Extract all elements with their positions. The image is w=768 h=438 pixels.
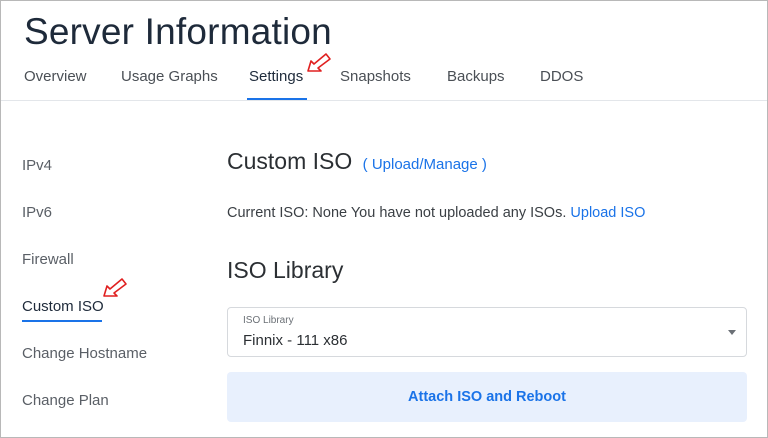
upload-iso-link[interactable]: Upload ISO [570, 205, 645, 221]
sidebar-item-firewall[interactable]: Firewall [22, 251, 74, 268]
sidebar-item-change-hostname[interactable]: Change Hostname [22, 345, 147, 362]
iso-library-select-label: ISO Library [243, 315, 294, 326]
iso-library-select[interactable]: ISO Library Finnix - 111 x86 [227, 307, 747, 357]
page-title: Server Information [24, 11, 332, 52]
red-hollow-arrow-icon [103, 278, 127, 297]
tab-overview[interactable]: Overview [24, 68, 87, 85]
sidebar-item-ipv4[interactable]: IPv4 [22, 157, 52, 174]
attach-iso-reboot-button[interactable]: Attach ISO and Reboot [227, 372, 747, 422]
custom-iso-heading: Custom ISO ( Upload/Manage ) [227, 148, 487, 175]
tab-snapshots[interactable]: Snapshots [340, 68, 411, 85]
tab-bar: Overview Usage Graphs Settings Snapshots… [1, 59, 767, 101]
tab-usage-graphs[interactable]: Usage Graphs [121, 68, 218, 85]
upload-manage-link[interactable]: ( Upload/Manage ) [363, 156, 487, 173]
current-iso-status: Current ISO: None You have not uploaded … [227, 205, 645, 221]
red-hollow-arrow-icon [307, 53, 331, 72]
sidebar-item-change-plan[interactable]: Change Plan [22, 392, 109, 409]
iso-library-heading: ISO Library [227, 257, 344, 283]
chevron-down-icon [728, 330, 736, 335]
tab-active-indicator [247, 98, 307, 100]
sidebar-item-custom-iso[interactable]: Custom ISO [22, 298, 104, 315]
tab-backups[interactable]: Backups [447, 68, 505, 85]
custom-iso-title: Custom ISO [227, 148, 353, 174]
sidebar-active-indicator [22, 320, 102, 322]
tab-settings[interactable]: Settings [249, 68, 303, 85]
iso-library-select-value: Finnix - 111 x86 [243, 332, 348, 349]
sidebar-item-ipv6[interactable]: IPv6 [22, 204, 52, 221]
tab-ddos[interactable]: DDOS [540, 68, 583, 85]
server-information-panel: Server Information Overview Usage Graphs… [0, 0, 768, 438]
current-iso-text: Current ISO: None You have not uploaded … [227, 205, 567, 221]
